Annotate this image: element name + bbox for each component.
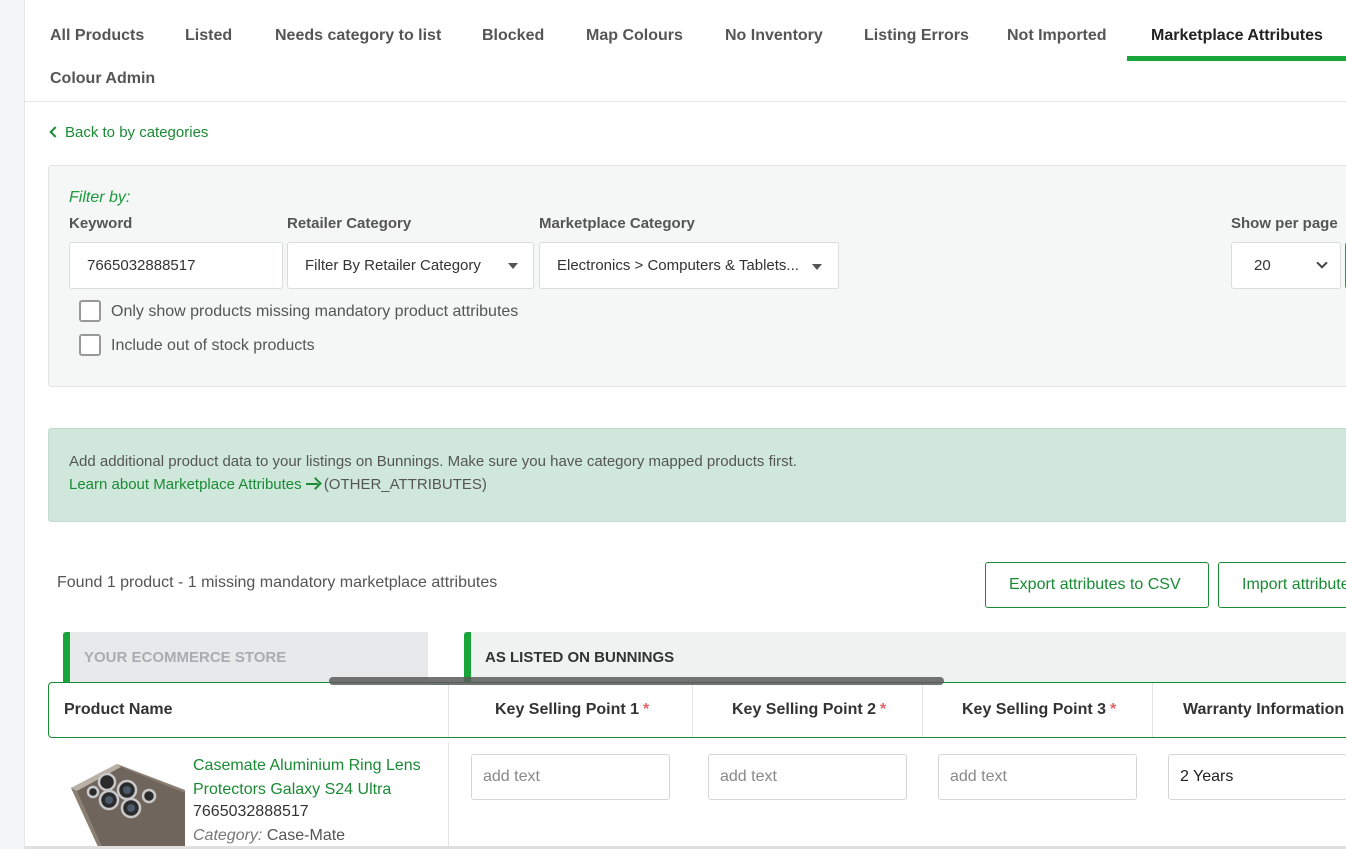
chevron-down-icon: [1316, 257, 1328, 269]
chevron-left-icon: [49, 126, 61, 138]
retailer-category-label: Retailer Category: [287, 215, 412, 232]
retailer-category-value: Filter By Retailer Category: [305, 257, 481, 274]
arrow-right-icon: [305, 478, 320, 490]
results-summary: Found 1 product - 1 missing mandatory ma…: [57, 574, 498, 591]
section-accent-bar: [464, 632, 471, 682]
column-product-name[interactable]: Product Name: [64, 683, 172, 737]
learn-link-label: Learn about Marketplace Attributes: [69, 476, 302, 493]
attributes-code: (OTHER_ATTRIBUTES): [323, 476, 487, 493]
product-name-link[interactable]: Casemate Aluminium Ring Lens Protectors …: [193, 754, 443, 802]
key-selling-point-2-input[interactable]: add text: [708, 754, 907, 800]
column-divider: [922, 683, 923, 737]
key-selling-point-1-input[interactable]: add text: [471, 754, 670, 800]
product-category: Category: Case-Mate: [193, 827, 345, 845]
column-divider: [448, 742, 449, 849]
tab-no-inventory[interactable]: No Inventory: [725, 27, 823, 45]
bunnings-section-header: AS LISTED ON BUNNINGS: [464, 632, 1346, 682]
tab-marketplace-attributes[interactable]: Marketplace Attributes: [1151, 27, 1323, 45]
column-key-selling-point-2[interactable]: Key Selling Point 2 *: [732, 683, 886, 737]
phone-lens-image: [71, 764, 185, 849]
checkbox-box[interactable]: [79, 300, 101, 322]
tab-blocked[interactable]: Blocked: [482, 27, 544, 45]
filter-heading: Filter by:: [69, 189, 131, 206]
column-warranty-information[interactable]: Warranty Information*: [1183, 683, 1346, 737]
export-csv-button[interactable]: Export attributes to CSV: [985, 562, 1209, 608]
learn-about-attributes-link[interactable]: Learn about Marketplace Attributes: [69, 476, 320, 493]
filter-panel: Filter by: Keyword 7665032888517 Retaile…: [48, 165, 1346, 387]
tab-colour-admin[interactable]: Colour Admin: [50, 70, 155, 88]
marketplace-category-label: Marketplace Category: [539, 215, 695, 232]
required-marker: *: [643, 701, 650, 718]
column-key-selling-point-3[interactable]: Key Selling Point 3 *: [962, 683, 1116, 737]
category-key: Category:: [193, 827, 263, 844]
column-divider: [692, 683, 693, 737]
store-section-header: YOUR ECOMMERCE STORE: [63, 632, 428, 682]
required-marker: *: [880, 701, 887, 718]
warranty-information-input[interactable]: 2 Years: [1168, 754, 1346, 800]
product-code: 7665032888517: [193, 803, 309, 820]
tab-not-imported[interactable]: Not Imported: [1007, 27, 1107, 45]
keyword-value: 7665032888517: [87, 257, 196, 274]
import-attributes-button[interactable]: Import attributes: [1218, 562, 1346, 608]
product-thumbnail: [69, 760, 185, 849]
tab-all-products[interactable]: All Products: [50, 27, 144, 45]
table-header-row: Product Name Key Selling Point 1 * Key Se…: [48, 682, 1346, 738]
key-selling-point-3-input[interactable]: add text: [938, 754, 1137, 800]
column-divider: [1152, 683, 1153, 737]
per-page-select[interactable]: 20: [1231, 242, 1341, 289]
back-link-label: Back to by categories: [65, 124, 209, 141]
back-to-categories-link[interactable]: Back to by categories: [49, 124, 209, 141]
keyword-label: Keyword: [69, 215, 133, 232]
info-link-row: Learn about Marketplace Attributes (OTHE…: [69, 476, 487, 493]
section-accent-bar: [63, 632, 70, 682]
bunnings-section-title: AS LISTED ON BUNNINGS: [485, 649, 675, 666]
store-section-title: YOUR ECOMMERCE STORE: [84, 649, 287, 666]
column-key-selling-point-1[interactable]: Key Selling Point 1 *: [495, 683, 649, 737]
column-divider: [448, 683, 449, 737]
marketplace-category-select[interactable]: Electronics > Computers & Tablets...: [539, 242, 839, 289]
marketplace-category-value: Electronics > Computers & Tablets...: [557, 257, 799, 274]
retailer-category-select[interactable]: Filter By Retailer Category: [287, 242, 534, 289]
caret-down-icon: [812, 264, 822, 270]
horizontal-scrollbar[interactable]: [329, 677, 944, 685]
tab-bar: All Products Listed Needs category to li…: [25, 0, 1346, 102]
tab-needs-category[interactable]: Needs category to list: [275, 27, 441, 45]
per-page-label: Show per page: [1231, 215, 1338, 232]
keyword-input[interactable]: 7665032888517: [69, 242, 283, 289]
caret-down-icon: [508, 263, 518, 269]
tab-listed[interactable]: Listed: [185, 27, 232, 45]
tab-map-colours[interactable]: Map Colours: [586, 27, 683, 45]
active-tab-indicator: [1127, 56, 1346, 61]
info-text: Add additional product data to your list…: [69, 453, 797, 470]
checkbox-box[interactable]: [79, 334, 101, 356]
tab-listing-errors[interactable]: Listing Errors: [864, 27, 969, 45]
info-banner: Add additional product data to your list…: [48, 428, 1346, 522]
missing-attributes-label: Only show products missing mandatory pro…: [111, 303, 519, 320]
marketplace-attributes-page: All Products Listed Needs category to li…: [24, 0, 1346, 849]
out-of-stock-label: Include out of stock products: [111, 337, 315, 354]
required-marker: *: [1110, 701, 1117, 718]
per-page-value: 20: [1254, 257, 1271, 274]
category-value: Case-Mate: [266, 827, 346, 844]
